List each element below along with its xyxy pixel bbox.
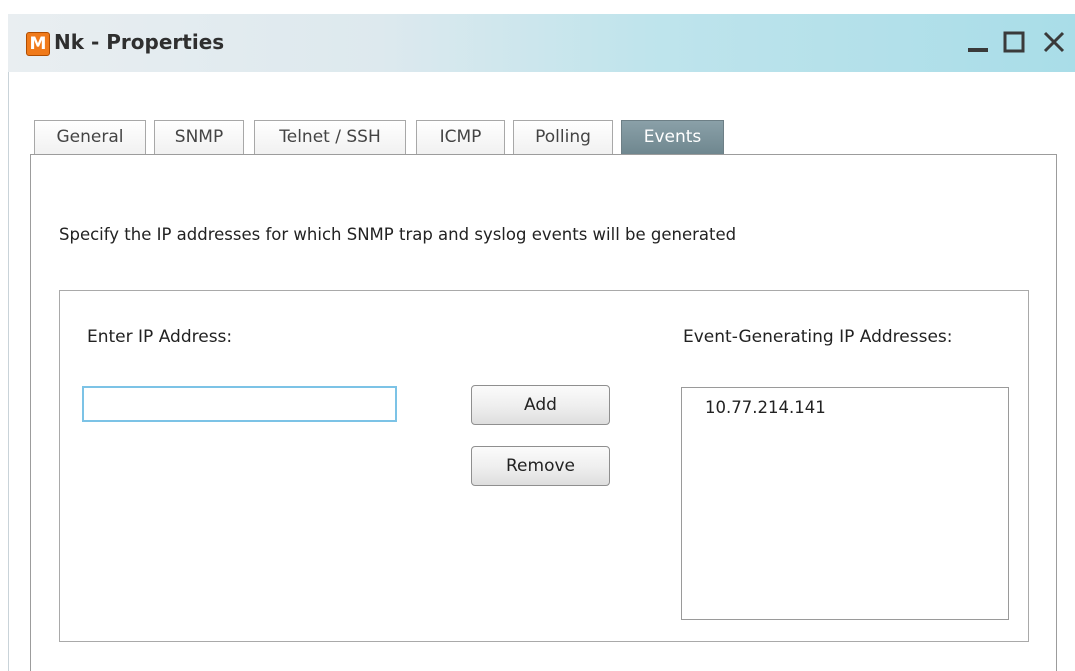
tab-label: ICMP [439, 127, 482, 147]
tab-label: Polling [535, 127, 591, 147]
tab-label: SNMP [174, 127, 224, 147]
minimize-icon [968, 48, 988, 52]
tab-telnet-ssh[interactable]: Telnet / SSH [254, 120, 406, 154]
tab-icmp[interactable]: ICMP [416, 120, 505, 154]
remove-button[interactable]: Remove [471, 446, 610, 486]
enter-ip-label: Enter IP Address: [87, 327, 233, 347]
maximize-icon [1003, 31, 1025, 53]
tab-label: Telnet / SSH [279, 127, 381, 147]
close-icon [1043, 31, 1065, 53]
event-ip-list-label: Event-Generating IP Addresses: [683, 327, 953, 347]
tab-events[interactable]: Events [621, 120, 724, 154]
list-item[interactable]: 10.77.214.141 [705, 398, 826, 417]
events-description: Specify the IP addresses for which SNMP … [59, 225, 737, 244]
tab-snmp[interactable]: SNMP [154, 120, 244, 154]
window-title: Nk - Properties [54, 30, 225, 54]
tab-general[interactable]: General [34, 120, 146, 154]
title-bar[interactable]: M Nk - Properties [8, 14, 1075, 72]
tab-polling[interactable]: Polling [513, 120, 613, 154]
maximize-button[interactable] [1001, 28, 1027, 56]
tab-label: Events [643, 127, 702, 147]
add-button[interactable]: Add [471, 385, 610, 425]
ip-address-input[interactable] [82, 386, 397, 422]
app-logo-icon: M [26, 32, 50, 56]
close-button[interactable] [1041, 28, 1067, 56]
tab-label: General [56, 127, 124, 147]
event-ip-listbox[interactable]: 10.77.214.141 [681, 387, 1009, 620]
minimize-button[interactable] [965, 28, 991, 56]
